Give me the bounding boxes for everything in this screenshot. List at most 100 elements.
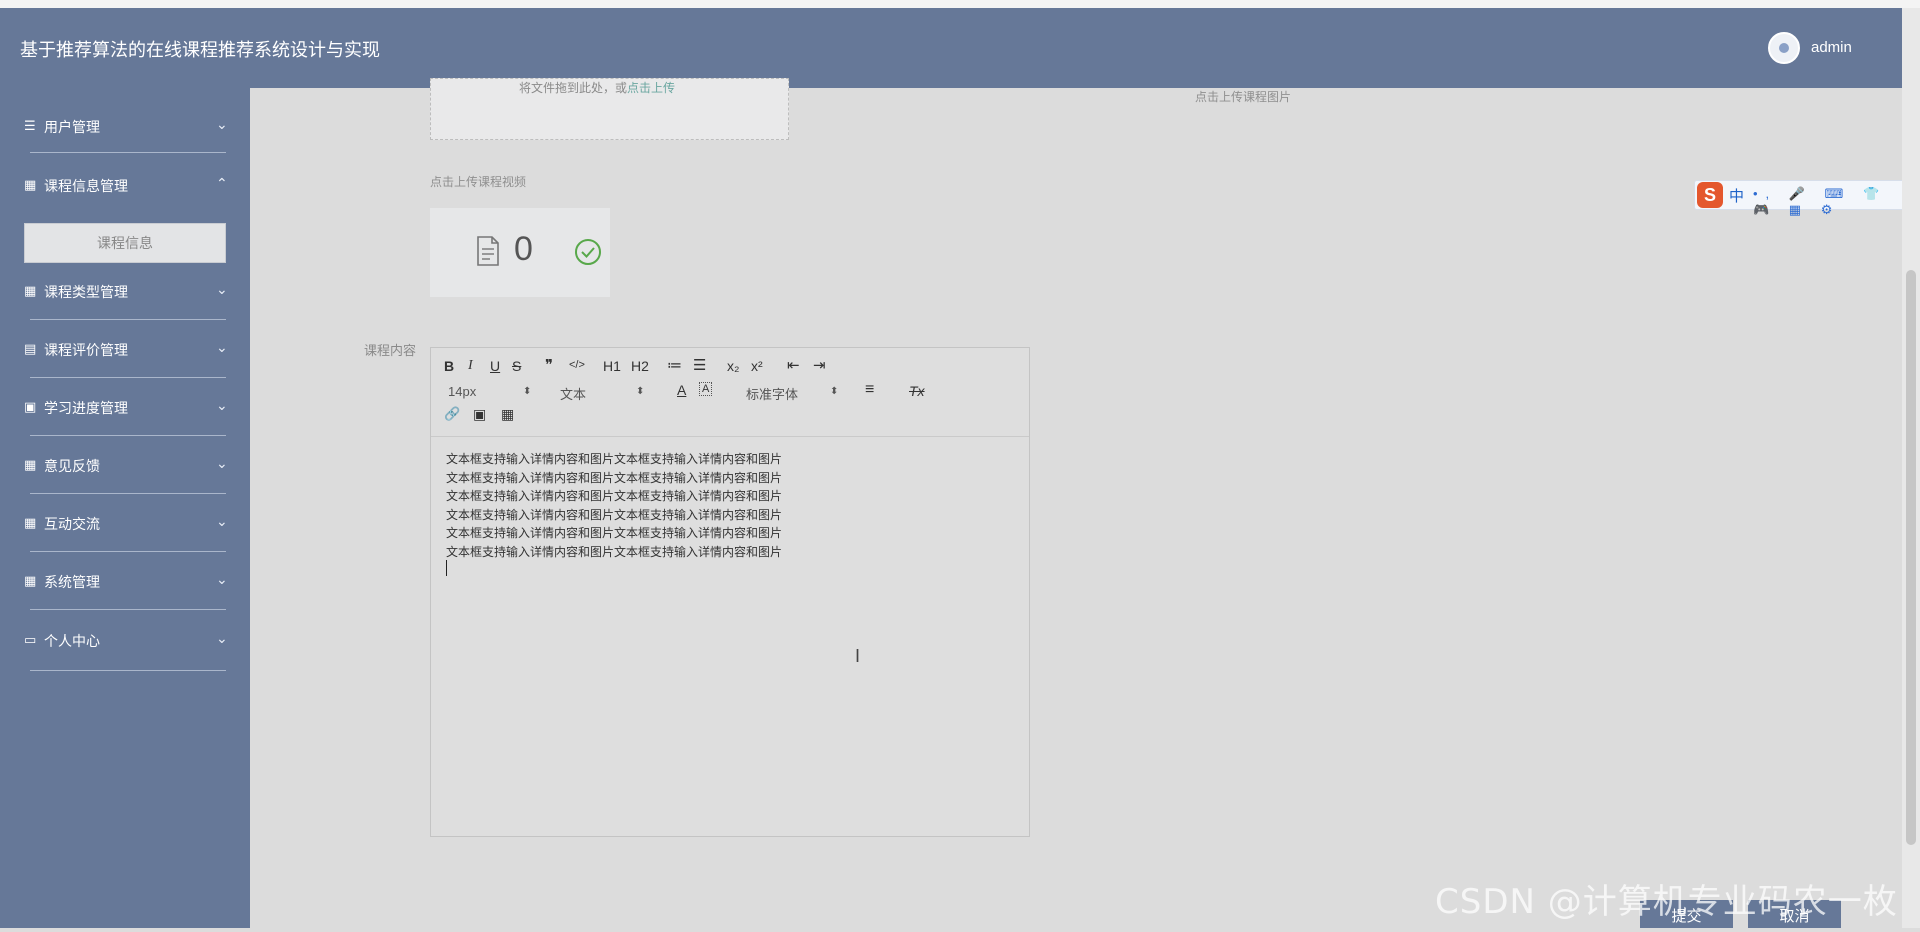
chevron-down-icon: ⌄ <box>216 339 228 355</box>
grid-icon: ▦ <box>24 283 37 298</box>
divider <box>30 609 226 610</box>
chevron-down-icon: ⌄ <box>216 397 228 413</box>
ibeam-cursor-icon: I <box>855 646 861 666</box>
sidebar-item-label: 个人中心 <box>44 634 100 650</box>
ordered-list-button[interactable]: ≔ <box>667 356 682 374</box>
ime-mode-label[interactable]: 中 <box>1729 185 1744 206</box>
sidebar: ☰ 用户管理 ⌄ ▦ 课程信息管理 ⌃ 课程信息 ▦ 课程类型管理 ⌄ ▤ 课程… <box>0 88 250 928</box>
sidebar-item-learning-progress-management[interactable]: ▣ 学习进度管理 ⌄ <box>0 387 250 427</box>
watermark: CSDN @计算机专业码农一枚 <box>1435 882 1898 922</box>
bold-button[interactable]: B <box>444 358 454 374</box>
sidebar-item-system-management[interactable]: ▦ 系统管理 ⌄ <box>0 561 250 601</box>
h2-button[interactable]: H2 <box>631 358 649 374</box>
editor-line: 文本框支持输入详情内容和图片文本框支持输入详情内容和图片 <box>446 470 783 485</box>
clipboard-icon: ▤ <box>24 341 37 356</box>
divider <box>30 319 226 320</box>
editor-body[interactable]: 文本框支持输入详情内容和图片文本框支持输入详情内容和图片 文本框支持输入详情内容… <box>446 450 782 561</box>
video-button[interactable]: ▦ <box>501 406 514 423</box>
image-button[interactable]: ▣ <box>473 406 486 423</box>
background-color-button[interactable]: A <box>699 382 713 396</box>
link-button[interactable]: 🔗 <box>444 406 460 422</box>
card-icon: ▭ <box>24 632 37 647</box>
video-upload-hint: 点击上传课程视频 <box>430 175 527 189</box>
select-arrow-icon: ⬍ <box>636 386 645 397</box>
editor-line: 文本框支持输入详情内容和图片文本框支持输入详情内容和图片 <box>446 526 783 540</box>
blockquote-button[interactable]: ❞ <box>545 356 553 374</box>
clear-format-button[interactable]: Tx <box>909 383 925 399</box>
scrollbar-thumb[interactable] <box>1906 270 1916 845</box>
grid-icon: ▦ <box>24 177 37 192</box>
code-button[interactable]: </> <box>569 359 585 371</box>
grid-icon: ▦ <box>24 515 37 530</box>
chevron-down-icon: ⌄ <box>216 455 228 471</box>
check-circle-icon <box>575 239 601 265</box>
divider <box>30 551 226 552</box>
chevron-down-icon: ⌄ <box>216 281 228 297</box>
sidebar-item-label: 系统管理 <box>44 575 100 591</box>
rich-text-editor[interactable]: B I U S ❞ </> H1 H2 ≔ ☰ x₂ x² ⇤ ⇥ 14px ⬍… <box>430 347 1030 837</box>
grid-icon: ▦ <box>24 457 37 472</box>
submenu-course-info[interactable]: 课程信息 <box>24 223 226 263</box>
chevron-down-icon: ⌄ <box>216 513 228 529</box>
sidebar-item-label: 课程评价管理 <box>44 343 128 359</box>
avatar[interactable] <box>1768 32 1800 64</box>
align-button[interactable]: ≡ <box>865 381 874 399</box>
sidebar-item-feedback[interactable]: ▦ 意见反馈 ⌄ <box>0 445 250 485</box>
top-strip <box>0 0 1920 8</box>
font-size-select[interactable]: 14px ⬍ <box>448 384 533 402</box>
chevron-up-icon: ⌃ <box>216 175 228 191</box>
username[interactable]: admin <box>1811 39 1852 56</box>
editor-line: 文本框支持输入详情内容和图片文本框支持输入详情内容和图片 <box>446 544 783 559</box>
chevron-down-icon: ⌄ <box>216 571 228 587</box>
superscript-button[interactable]: x² <box>751 358 763 374</box>
chevron-down-icon: ⌄ <box>216 116 228 132</box>
sidebar-item-course-review-management[interactable]: ▤ 课程评价管理 ⌄ <box>0 329 250 369</box>
bullet-list-button[interactable]: ☰ <box>693 356 706 374</box>
divider <box>30 670 226 671</box>
text-caret <box>446 560 447 576</box>
sidebar-item-label: 课程类型管理 <box>44 285 128 301</box>
underline-button[interactable]: U <box>490 358 500 374</box>
image-upload-hint: 点击上传课程图片 <box>1195 90 1292 104</box>
subscript-button[interactable]: x₂ <box>727 358 739 374</box>
editor-line: 文本框支持输入详情内容和图片文本框支持输入详情内容和图片 <box>446 489 783 503</box>
strike-button[interactable]: S <box>512 358 521 374</box>
select-arrow-icon: ⬍ <box>830 386 839 397</box>
page-scrollbar[interactable] <box>1902 8 1920 928</box>
sidebar-item-label: 意见反馈 <box>44 459 100 475</box>
font-color-button[interactable]: A <box>677 382 686 398</box>
sidebar-item-label: 课程信息管理 <box>44 179 128 195</box>
sidebar-item-personal-center[interactable]: ▭ 个人中心 ⌄ <box>0 620 250 660</box>
sidebar-item-course-type-management[interactable]: ▦ 课程类型管理 ⌄ <box>0 271 250 311</box>
grid-icon: ▦ <box>24 573 37 588</box>
divider <box>30 435 226 436</box>
select-arrow-icon: ⬍ <box>523 386 532 397</box>
ime-toolbar[interactable]: S 中 •, 🎤 ⌨ 👕 🎮 ▦ ⚙ <box>1694 180 1920 217</box>
upload-link[interactable]: 点击上传 <box>627 81 675 95</box>
indent-button[interactable]: ⇥ <box>813 356 826 374</box>
outdent-button[interactable]: ⇤ <box>787 356 800 374</box>
chart-icon: ▣ <box>24 399 37 414</box>
italic-button[interactable]: I <box>468 358 473 374</box>
font-family-select[interactable]: 标准字体 ⬍ <box>746 384 841 402</box>
app-title: 基于推荐算法的在线课程推荐系统设计与实现 <box>20 40 380 61</box>
sidebar-item-label: 互动交流 <box>44 517 100 533</box>
sidebar-item-label: 学习进度管理 <box>44 401 128 417</box>
sidebar-item-course-info-management[interactable]: ▦ 课程信息管理 ⌃ <box>0 165 250 205</box>
block-type-select[interactable]: 文本 ⬍ <box>560 384 645 402</box>
editor-line: 文本框支持输入详情内容和图片文本框支持输入详情内容和图片 <box>446 507 783 522</box>
video-upload-card[interactable]: 0 <box>430 208 610 297</box>
sidebar-item-interaction[interactable]: ▦ 互动交流 ⌄ <box>0 503 250 543</box>
sliders-icon: ☰ <box>24 118 36 133</box>
divider <box>30 493 226 494</box>
ime-tools[interactable]: •, 🎤 ⌨ 👕 🎮 ▦ ⚙ <box>1753 186 1920 218</box>
app-header: 基于推荐算法的在线课程推荐系统设计与实现 admin <box>0 8 1902 88</box>
divider <box>30 152 226 153</box>
sidebar-item-label: 用户管理 <box>44 120 100 136</box>
h1-button[interactable]: H1 <box>603 358 621 374</box>
editor-line: 文本框支持输入详情内容和图片文本框支持输入详情内容和图片 <box>446 452 783 466</box>
sidebar-item-user-management[interactable]: ☰ 用户管理 ⌄ <box>0 106 250 146</box>
file-icon <box>477 236 499 266</box>
chevron-down-icon: ⌄ <box>216 630 228 646</box>
image-upload-dropzone[interactable]: 将文件拖到此处，或点击上传 <box>430 78 789 140</box>
